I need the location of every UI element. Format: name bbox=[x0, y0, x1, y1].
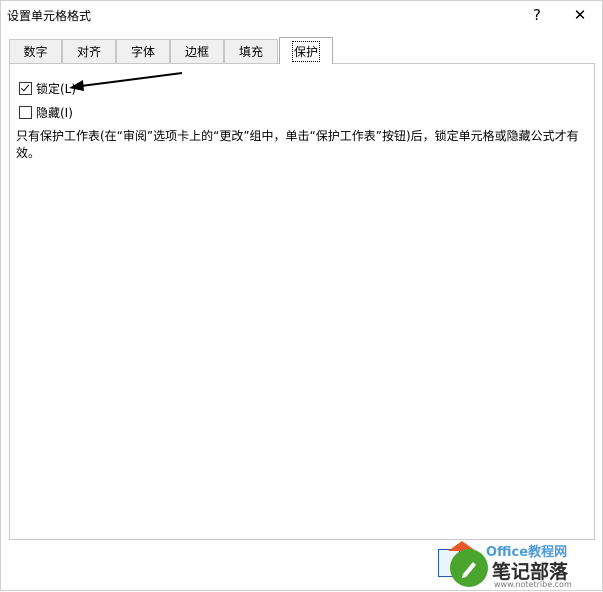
help-button[interactable]: ? bbox=[515, 1, 559, 29]
help-icon: ? bbox=[533, 6, 541, 24]
tab-fill[interactable]: 填充 bbox=[224, 39, 278, 63]
tab-label: 边框 bbox=[184, 45, 209, 59]
hidden-checkbox-row[interactable]: 隐藏(I) bbox=[19, 104, 73, 120]
tab-alignment[interactable]: 对齐 bbox=[62, 39, 116, 63]
dialog-title: 设置单元格格式 bbox=[7, 9, 92, 23]
tab-font[interactable]: 字体 bbox=[116, 39, 170, 63]
tab-label: 数字 bbox=[23, 45, 48, 59]
arrow-icon bbox=[69, 72, 183, 91]
close-icon: ✕ bbox=[573, 6, 587, 24]
tab-label: 填充 bbox=[238, 45, 263, 59]
locked-checkbox[interactable] bbox=[19, 81, 32, 95]
tab-number[interactable]: 数字 bbox=[9, 39, 62, 63]
watermark-url-text: www.notetribe.com bbox=[494, 580, 572, 589]
tab-label: 保护 bbox=[291, 40, 321, 62]
tab-protection[interactable]: 保护 bbox=[279, 37, 333, 64]
tab-border[interactable]: 边框 bbox=[170, 39, 224, 63]
tab-label: 对齐 bbox=[76, 45, 101, 59]
pen-icon bbox=[450, 549, 488, 587]
tab-label: 字体 bbox=[130, 45, 155, 59]
hidden-checkbox[interactable] bbox=[19, 105, 32, 119]
close-button[interactable]: ✕ bbox=[558, 1, 602, 29]
hidden-label: 隐藏(I) bbox=[36, 105, 73, 120]
protection-panel: 锁定(L) 隐藏(I) 只有保护工作表(在“审阅”选项卡上的“更改”组中，单击“… bbox=[9, 63, 595, 540]
watermark: Office教程网 笔记部落 www.notetribe.com bbox=[446, 541, 603, 592]
check-icon bbox=[20, 82, 30, 91]
protection-info-text: 只有保护工作表(在“审阅”选项卡上的“更改”组中，单击“保护工作表”按钮)后，锁… bbox=[16, 129, 579, 160]
title-bar: 设置单元格格式 ? ✕ bbox=[1, 1, 602, 29]
format-cells-dialog: 设置单元格格式 ? ✕ 数字 对齐 字体 边框 填充 保护 锁定(L) 隐藏(I… bbox=[0, 0, 603, 591]
